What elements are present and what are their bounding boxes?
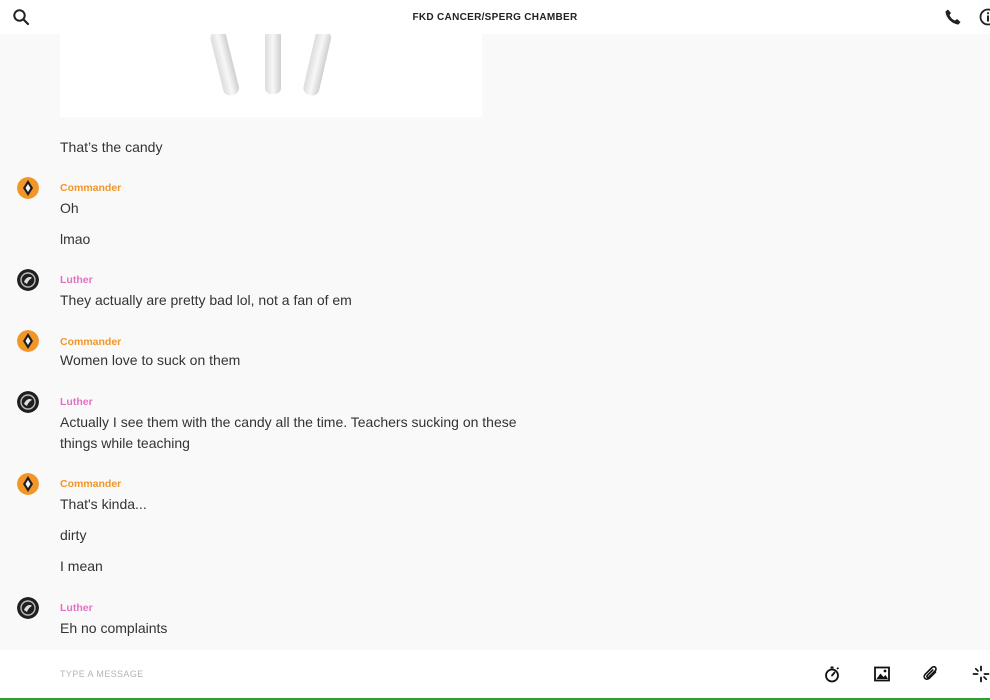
info-icon[interactable] <box>979 8 990 26</box>
message-text: That’s the candy <box>60 139 163 155</box>
timer-icon[interactable] <box>823 665 841 683</box>
message-author: Commander <box>60 182 122 194</box>
luther-avatar[interactable] <box>17 597 39 619</box>
search-icon[interactable] <box>12 8 30 26</box>
message-text: Eh no complaints <box>60 620 168 636</box>
sparkle-icon[interactable] <box>972 665 990 683</box>
chat-window: FKD CANCER/SPERG CHAMBER That’s the cand… <box>0 0 990 700</box>
message-input[interactable] <box>60 664 760 684</box>
message-text: Actually I see them with the candy all t… <box>60 414 517 430</box>
commander-avatar[interactable] <box>17 177 39 199</box>
conversation-title: FKD CANCER/SPERG CHAMBER <box>412 11 578 23</box>
message-text: things while teaching <box>60 435 190 451</box>
luther-avatar[interactable] <box>17 269 39 291</box>
commander-avatar[interactable] <box>17 473 39 495</box>
message-text: I mean <box>60 558 103 574</box>
message-author: Luther <box>60 274 93 286</box>
message-text: lmao <box>60 231 91 247</box>
message-text: dirty <box>60 527 87 543</box>
message-list[interactable]: That’s the candy Commander Oh lmao Luthe… <box>0 34 990 650</box>
message-composer <box>0 650 990 698</box>
message-text: Women love to suck on them <box>60 352 241 368</box>
message-author: Commander <box>60 336 122 348</box>
message-author: Luther <box>60 602 93 614</box>
candy-sticks-image <box>210 34 332 96</box>
message-author: Luther <box>60 396 93 408</box>
message-text: Oh <box>60 200 79 216</box>
commander-avatar[interactable] <box>17 330 39 352</box>
message-text: They actually are pretty bad lol, not a … <box>60 292 352 308</box>
chat-header: FKD CANCER/SPERG CHAMBER <box>0 0 990 34</box>
luther-avatar[interactable] <box>17 391 39 413</box>
message-text: That's kinda... <box>60 496 147 512</box>
image-icon[interactable] <box>873 665 891 683</box>
candy-image-attachment[interactable] <box>60 34 482 117</box>
message-author: Commander <box>60 478 122 490</box>
phone-icon[interactable] <box>944 8 962 26</box>
attachment-icon[interactable] <box>922 665 940 683</box>
